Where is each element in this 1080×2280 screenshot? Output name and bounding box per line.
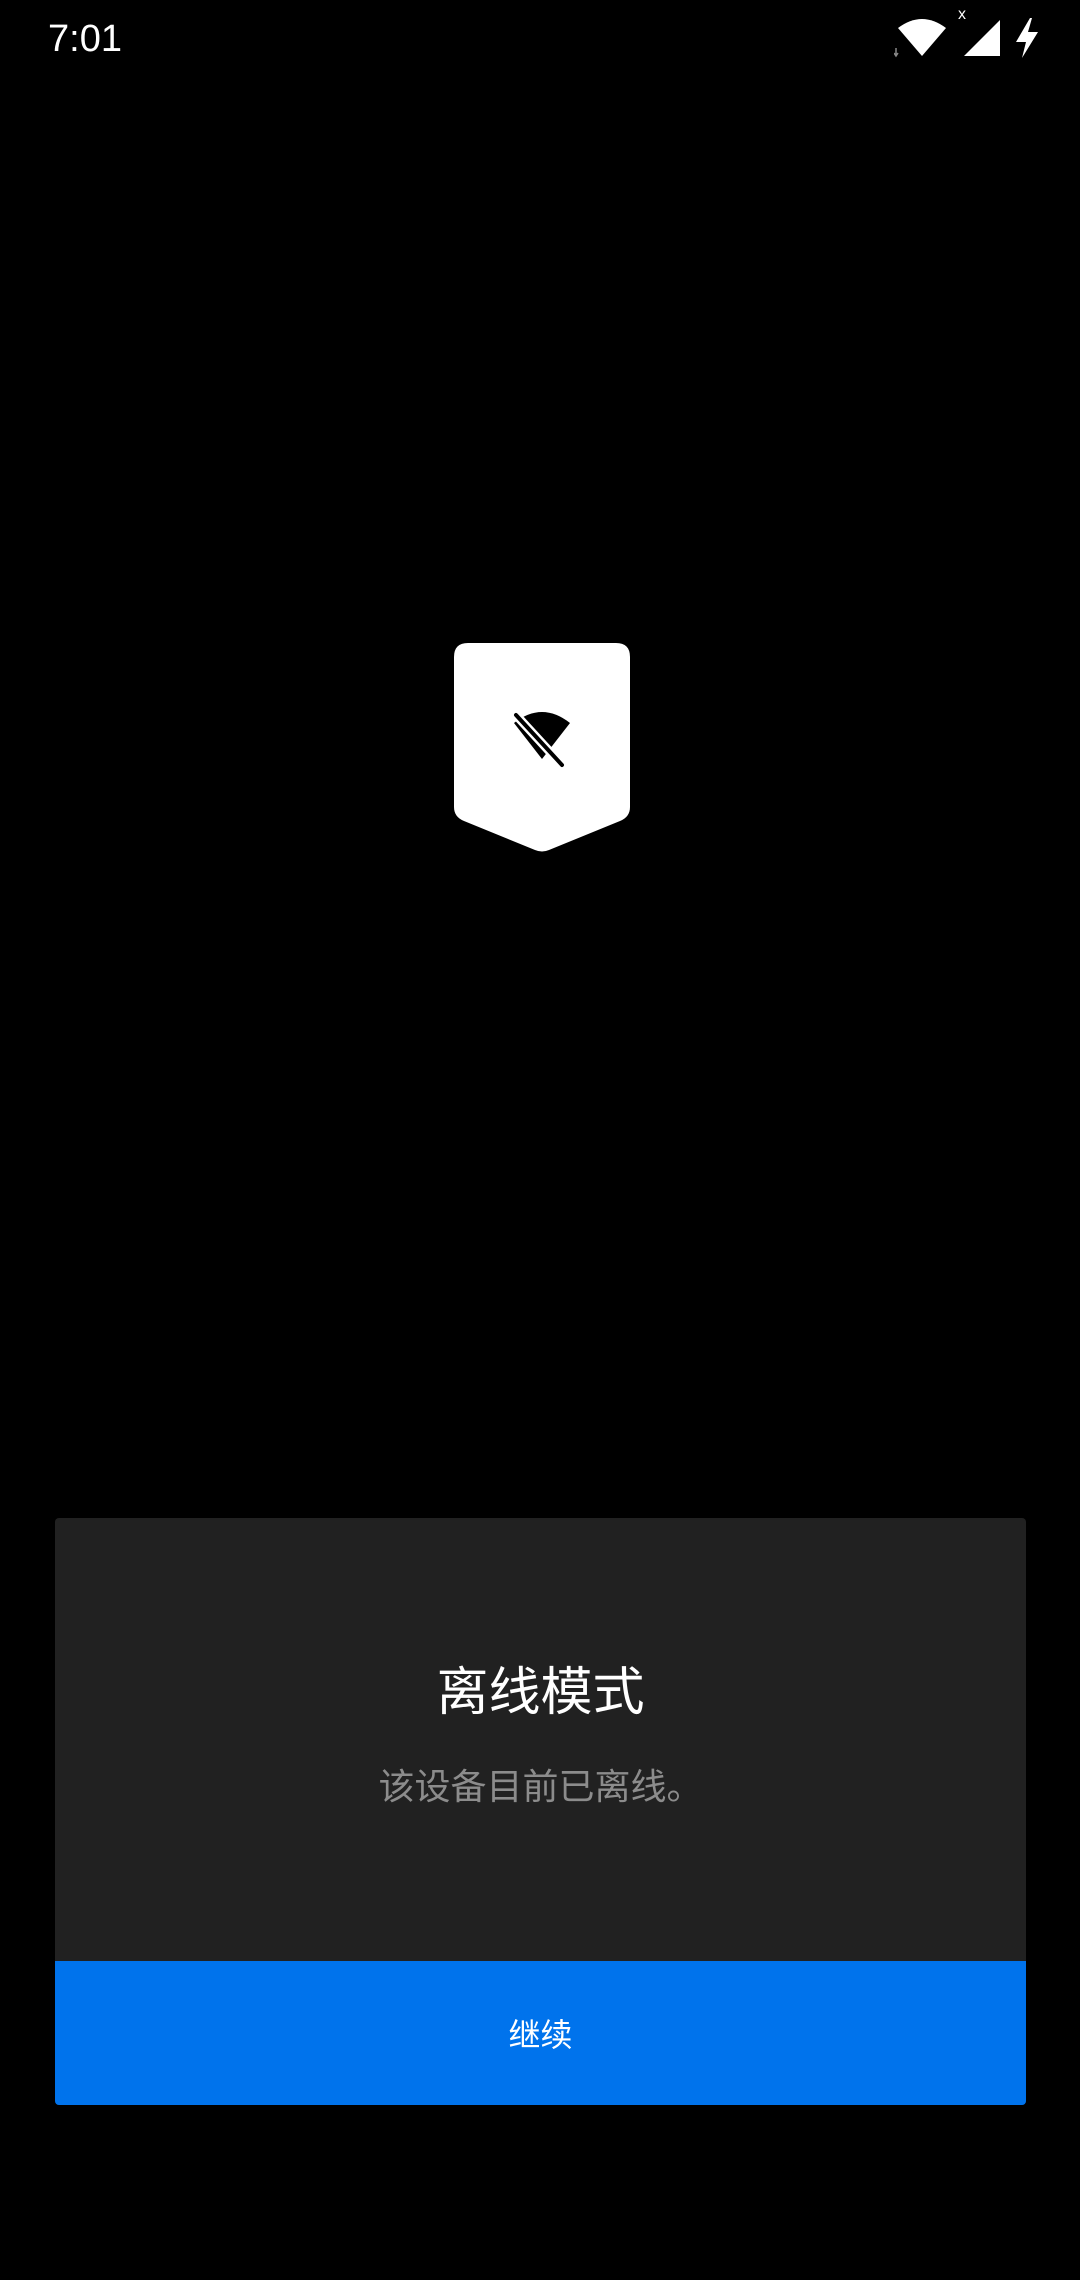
continue-button[interactable]: 继续 xyxy=(55,1961,1026,2105)
signal-icon: x xyxy=(958,6,1002,64)
wifi-icon xyxy=(893,16,950,64)
dialog-message: 该设备目前已离线。 xyxy=(378,1767,703,1808)
status-bar: 7:01 x xyxy=(0,0,1080,80)
status-time: 7:01 xyxy=(48,18,122,60)
charging-icon xyxy=(1014,16,1040,64)
dialog-title: 离线模式 xyxy=(436,1663,645,1723)
offline-dialog: 离线模式 该设备目前已离线。 继续 xyxy=(55,1518,1026,2105)
offline-badge xyxy=(454,643,630,853)
status-icons: x xyxy=(882,6,1040,64)
signal-badge: x xyxy=(958,6,966,23)
